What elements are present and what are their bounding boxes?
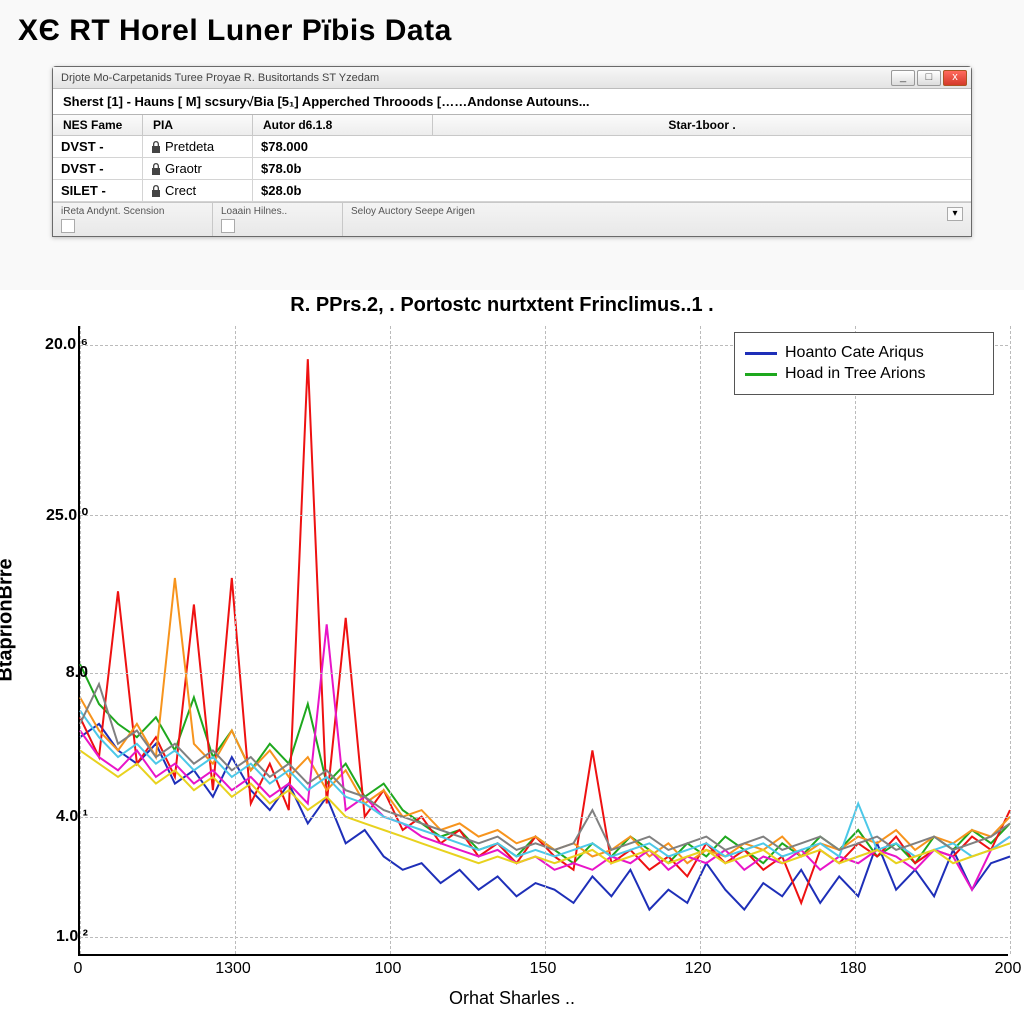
cell-value: $78.000: [253, 136, 433, 157]
col-header[interactable]: Star-1boor .: [433, 115, 971, 135]
y-tick-label: 20.0 ⁶: [28, 336, 88, 354]
legend-swatch-icon: [745, 373, 777, 376]
legend: Hoanto Cate Ariqus Hoad in Tree Arions: [734, 332, 994, 395]
panel[interactable]: Seloy Auctory Seepe Arigen ▾: [343, 203, 971, 236]
cell-value: $28.0b: [253, 180, 433, 201]
panel[interactable]: iReta Andynt. Scension: [53, 203, 213, 236]
menubar[interactable]: Sherst [1] - Hauns [ M] scsury√Bia [5₁] …: [53, 89, 971, 115]
window-close-button[interactable]: x: [943, 70, 967, 86]
legend-swatch-icon: [745, 352, 777, 355]
app-window: Drjote Mo-Carpetanids Turee Proyae R. Bu…: [52, 66, 972, 237]
cell-pia: Pretdeta: [143, 136, 253, 157]
table-row[interactable]: SILET -Crect$28.0b: [53, 180, 971, 202]
plot-area: [78, 326, 1008, 956]
menu-item[interactable]: Sherst [1] - Hauns [ M] scsury√Bia [5₁] …: [59, 93, 594, 110]
cell-value: $78.0b: [253, 158, 433, 179]
panel-button[interactable]: [221, 219, 235, 233]
lock-icon: [151, 185, 161, 197]
col-header[interactable]: NES Fame: [53, 115, 143, 135]
collapse-icon[interactable]: ▾: [947, 207, 963, 221]
x-axis-label: Orhat Sharles ..: [0, 988, 1024, 1009]
table-row[interactable]: DVST -Pretdeta$78.000: [53, 136, 971, 158]
panel-button[interactable]: [61, 219, 75, 233]
series-svg: [80, 326, 1008, 954]
x-tick-label: 1300: [215, 960, 251, 978]
window-titlebar[interactable]: Drjote Mo-Carpetanids Turee Proyae R. Bu…: [53, 67, 971, 89]
lock-icon: [151, 163, 161, 175]
x-tick-label: 180: [840, 960, 867, 978]
legend-label: Hoanto Cate Ariqus: [785, 344, 924, 362]
table-row[interactable]: DVST -Graotr$78.0b: [53, 158, 971, 180]
column-header-row: NES Fame PIA Autor d6.1.8 Star-1boor .: [53, 115, 971, 136]
window-title: Drjote Mo-Carpetanids Turee Proyae R. Bu…: [61, 72, 891, 84]
x-tick-label: 120: [685, 960, 712, 978]
legend-item: Hoanto Cate Ariqus: [745, 344, 983, 362]
x-tick-label: 150: [530, 960, 557, 978]
bottom-panels: iReta Andynt. Scension Loaain Hilnes.. S…: [53, 202, 971, 236]
legend-item: Hoad in Tree Arions: [745, 365, 983, 383]
col-header[interactable]: Autor d6.1.8: [253, 115, 433, 135]
col-header[interactable]: PIA: [143, 115, 253, 135]
y-tick-label: 8.0: [28, 664, 88, 682]
cell-name: SILET -: [53, 180, 143, 201]
y-tick-label: 25.0 ⁰: [28, 505, 88, 525]
window-minimize-button[interactable]: _: [891, 70, 915, 86]
panel-label: iReta Andynt. Scension: [61, 206, 204, 217]
panel-label: Loaain Hilnes..: [221, 206, 334, 217]
page-title: XЄ RT Horel Luner Pïbis Data: [0, 0, 1024, 58]
lock-icon: [151, 141, 161, 153]
x-tick-label: 0: [74, 960, 83, 978]
cell-name: DVST -: [53, 158, 143, 179]
x-tick-label: 100: [375, 960, 402, 978]
x-tick-label: 200: [995, 960, 1022, 978]
y-tick-label: 1.0 ²: [28, 928, 88, 946]
cell-pia: Graotr: [143, 158, 253, 179]
y-tick-label: 4.0 ¹: [28, 808, 88, 826]
window-maximize-button[interactable]: □: [917, 70, 941, 86]
y-axis-label: BtaprionBrre: [0, 558, 18, 681]
panel[interactable]: Loaain Hilnes..: [213, 203, 343, 236]
panel-label: Seloy Auctory Seepe Arigen: [351, 206, 963, 217]
cell-name: DVST -: [53, 136, 143, 157]
cell-pia: Crect: [143, 180, 253, 201]
chart: R. PPrs.2, . Portostc nurtxtent Frinclim…: [0, 290, 1024, 1024]
chart-title: R. PPrs.2, . Portostc nurtxtent Frinclim…: [0, 290, 1004, 321]
legend-label: Hoad in Tree Arions: [785, 365, 926, 383]
